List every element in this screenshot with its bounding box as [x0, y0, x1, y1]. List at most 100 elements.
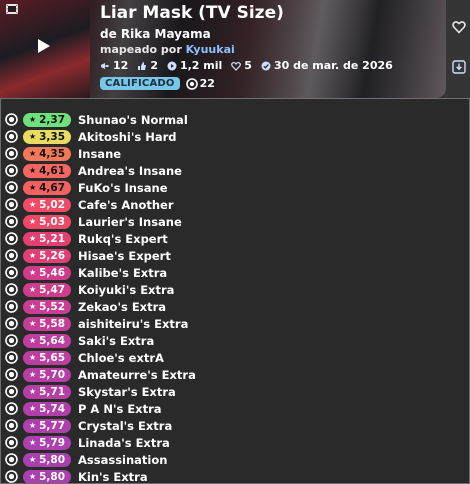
star-rating-value: 5,52 — [39, 300, 66, 313]
osu-mode-icon — [5, 232, 18, 245]
beatmap-banner: Liar Mask (TV Size) de Rika Mayama mapea… — [0, 0, 446, 98]
star-icon: ★ — [28, 234, 37, 243]
osu-mode-icon — [5, 368, 18, 381]
difficulty-row[interactable]: ★ 5,47 Koiyuki's Extra — [1, 281, 469, 298]
star-rating-value: 5,70 — [39, 368, 66, 381]
mapped-by-label: mapeado por — [100, 43, 182, 56]
star-icon: ★ — [28, 200, 37, 209]
star-rating-pill: ★ 5,58 — [23, 316, 71, 331]
osu-mode-icon — [5, 113, 18, 126]
stat-play-count: 12 — [100, 59, 128, 72]
star-icon: ★ — [28, 166, 37, 175]
star-rating-pill: ★ 5,80 — [23, 469, 71, 483]
osu-mode-icon — [5, 215, 18, 228]
osu-mode-icon — [5, 249, 18, 262]
difficulty-row[interactable]: ★ 5,26 Hisae's Expert — [1, 247, 469, 264]
star-rating-pill: ★ 5,47 — [23, 282, 71, 297]
difficulty-row[interactable]: ★ 5,64 Saki's Extra — [1, 332, 469, 349]
difficulty-count: 22 — [185, 77, 215, 90]
difficulty-name: FuKo's Insane — [78, 180, 168, 195]
difficulty-name: Amateurre's Extra — [78, 367, 196, 382]
difficulty-row[interactable]: ★ 5,77 Crystal's Extra — [1, 417, 469, 434]
star-rating-value: 5,21 — [39, 232, 66, 245]
mapper-link[interactable]: Kyuukai — [186, 43, 235, 56]
difficulty-row[interactable]: ★ 5,46 Kalibe's Extra — [1, 264, 469, 281]
difficulty-row[interactable]: ★ 5,58 aishiteiru's Extra — [1, 315, 469, 332]
difficulty-row[interactable]: ★ 5,79 Linada's Extra — [1, 434, 469, 451]
difficulty-row[interactable]: ★ 3,35 Akitoshi's Hard — [1, 128, 469, 145]
star-rating-pill: ★ 3,35 — [23, 129, 71, 144]
star-rating-pill: ★ 5,46 — [23, 265, 71, 280]
star-icon: ★ — [28, 455, 37, 464]
difficulty-row[interactable]: ★ 5,80 Assassination — [1, 451, 469, 468]
star-icon: ★ — [28, 115, 37, 124]
play-icon[interactable] — [37, 38, 51, 54]
difficulty-row[interactable]: ★ 4,61 Andrea's Insane — [1, 162, 469, 179]
difficulty-row[interactable]: ★ 4,67 FuKo's Insane — [1, 179, 469, 196]
star-rating-value: 5,02 — [39, 198, 66, 211]
cover-thumbnail[interactable] — [0, 0, 90, 98]
check-circle-icon — [261, 61, 271, 70]
difficulty-row[interactable]: ★ 5,70 Amateurre's Extra — [1, 366, 469, 383]
star-rating-pill: ★ 5,77 — [23, 418, 71, 433]
osu-mode-icon — [5, 385, 18, 398]
difficulty-name: Koiyuki's Extra — [78, 282, 175, 297]
star-icon: ★ — [28, 183, 37, 192]
star-rating-pill: ★ 5,03 — [23, 214, 71, 229]
osu-mode-icon — [185, 77, 198, 90]
osu-mode-icon — [5, 130, 18, 143]
star-icon: ★ — [28, 319, 37, 328]
star-icon: ★ — [28, 370, 37, 379]
star-rating-value: 2,37 — [39, 113, 66, 126]
star-rating-pill: ★ 5,65 — [23, 350, 71, 365]
megaphone-icon — [101, 62, 109, 69]
osu-mode-icon — [5, 351, 18, 364]
star-rating-value: 5,65 — [39, 351, 66, 364]
difficulty-name: Shunao's Normal — [78, 112, 188, 127]
star-rating-value: 5,58 — [39, 317, 66, 330]
star-rating-value: 4,35 — [39, 147, 66, 160]
difficulty-name: Akitoshi's Hard — [78, 129, 177, 144]
osu-mode-icon — [5, 436, 18, 449]
osu-mode-icon — [5, 164, 18, 177]
difficulty-name: Laurier's Insane — [78, 214, 182, 229]
difficulty-row[interactable]: ★ 5,02 Cafe's Another — [1, 196, 469, 213]
beatmap-title[interactable]: Liar Mask (TV Size) — [100, 3, 284, 23]
status-row: CALIFICADO 22 — [100, 77, 215, 90]
stat-favourites: 2 — [137, 59, 158, 72]
osu-mode-icon — [5, 283, 18, 296]
star-rating-pill: ★ 4,67 — [23, 180, 71, 195]
star-rating-value: 5,71 — [39, 385, 66, 398]
difficulty-row[interactable]: ★ 5,80 Kin's Extra — [1, 468, 469, 483]
difficulty-row[interactable]: ★ 4,35 Insane — [1, 145, 469, 162]
difficulty-row[interactable]: ★ 5,52 Zekao's Extra — [1, 298, 469, 315]
side-actions — [448, 0, 470, 98]
osu-mode-icon — [5, 147, 18, 160]
heart-outline-icon — [231, 61, 242, 71]
star-icon: ★ — [28, 285, 37, 294]
osu-mode-icon — [5, 266, 18, 279]
star-rating-value: 3,35 — [39, 130, 66, 143]
beatmap-artist[interactable]: de Rika Mayama — [100, 27, 211, 41]
stat-likes: 5 — [231, 59, 252, 72]
osu-mode-icon — [5, 419, 18, 432]
stat-plays: 1,2 mil — [167, 59, 222, 72]
difficulty-name: Hisae's Expert — [78, 248, 171, 263]
difficulty-name: Skystar's Extra — [78, 384, 176, 399]
thumbs-up-icon — [138, 61, 147, 70]
osu-mode-icon — [5, 181, 18, 194]
film-icon — [6, 4, 18, 14]
difficulty-row[interactable]: ★ 5,21 Rukq's Expert — [1, 230, 469, 247]
star-icon: ★ — [28, 251, 37, 260]
heart-icon[interactable] — [452, 20, 466, 34]
difficulty-row[interactable]: ★ 5,74 P A N's Extra — [1, 400, 469, 417]
difficulty-name: Rukq's Expert — [78, 231, 168, 246]
difficulty-row[interactable]: ★ 5,03 Laurier's Insane — [1, 213, 469, 230]
difficulty-row[interactable]: ★ 5,71 Skystar's Extra — [1, 383, 469, 400]
star-rating-pill: ★ 5,26 — [23, 248, 71, 263]
difficulty-row[interactable]: ★ 5,65 Chloe's extrA — [1, 349, 469, 366]
star-rating-value: 5,46 — [39, 266, 66, 279]
download-icon[interactable] — [452, 60, 466, 74]
difficulty-name: Chloe's extrA — [78, 350, 164, 365]
difficulty-row[interactable]: ★ 2,37 Shunao's Normal — [1, 111, 469, 128]
